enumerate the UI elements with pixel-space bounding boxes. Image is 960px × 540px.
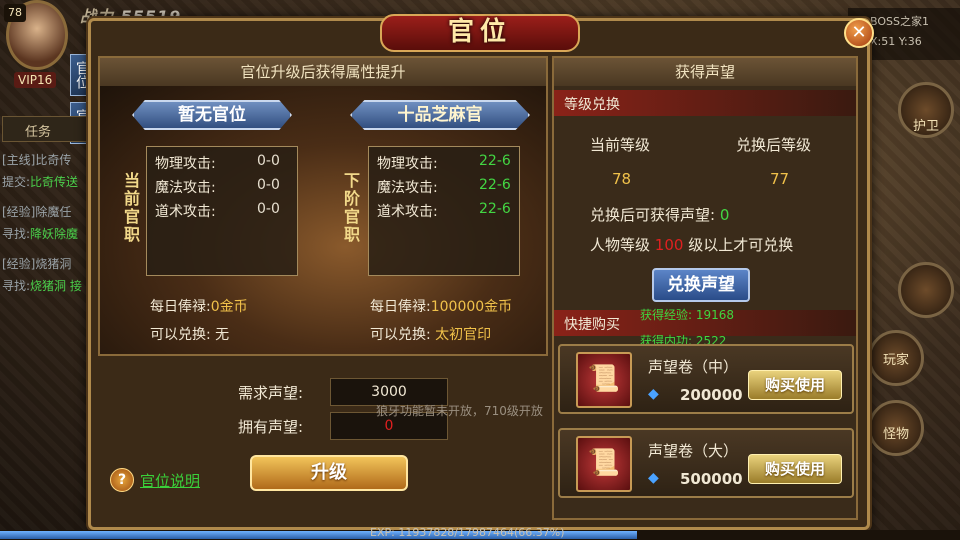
diamond-icon: ◆ (648, 470, 659, 486)
guard-button[interactable]: 护卫 (898, 82, 954, 138)
close-icon: ✕ (851, 22, 867, 43)
scroll-icon: 📜 (576, 352, 632, 408)
task-line[interactable]: [经验]烧猪洞 (2, 256, 96, 272)
scroll-icon: 📜 (576, 436, 632, 492)
gain-reputation: 兑换后可获得声望: 0 (590, 206, 730, 224)
stat-row: 道术攻击: 0-0 (155, 201, 280, 220)
task-line[interactable]: 寻找:烧猪洞 接 (2, 278, 96, 294)
system-notice: 狼牙功能暂未开放，710级开放 (376, 404, 543, 418)
exp-text: EXP: 11937828/17987464(66.37%) (370, 526, 565, 539)
reputation-banner: 获得声望 (554, 58, 856, 86)
current-stats-box: 物理攻击: 0-0 魔法攻击: 0-0 道术攻击: 0-0 (146, 146, 298, 276)
close-button[interactable]: ✕ (844, 18, 874, 48)
help-icon[interactable]: ? (110, 468, 134, 492)
rank-section-banner: 官位升级后获得属性提升 (100, 58, 546, 86)
stat-row: 道术攻击: 22-6 (377, 201, 511, 220)
monster-label: 怪物 (882, 427, 909, 442)
buy-use-button[interactable]: 购买使用 (748, 370, 842, 400)
boss-map-name: BOSS之家1 (870, 15, 929, 28)
current-rank-plate: 暂无官位 (132, 100, 292, 130)
next-exchange: 可以兑换: 太初官印 (370, 327, 492, 343)
after-level-value: 77 (770, 170, 790, 188)
item-name: 声望卷（中） (648, 358, 739, 376)
task-line[interactable]: [经验]除魔任 (2, 204, 96, 220)
item-price: 500000 (680, 470, 743, 488)
coordinates: X:51 Y:36 (870, 35, 922, 48)
floating-exp-gain: 获得经验: 19168 (640, 308, 735, 322)
upgrade-button[interactable]: 升级 (250, 455, 408, 491)
next-rank-label: 下阶官职 (341, 172, 360, 244)
exchange-reputation-button[interactable]: 兑换声望 (652, 268, 750, 302)
next-stats-box: 物理攻击: 22-6 魔法攻击: 22-6 道术攻击: 22-6 (368, 146, 520, 276)
next-rank-plate: 十品芝麻官 (350, 100, 530, 130)
level-exchange-bar: 等级兑换 (554, 90, 856, 116)
level-requirement: 人物等级 100 级以上才可兑换 (590, 236, 794, 254)
player-label: 玩家 (882, 353, 909, 368)
current-exchange: 可以兑换: 无 (150, 327, 230, 343)
after-level-label: 兑换后等级 (736, 136, 812, 154)
player-button[interactable]: 玩家 (868, 330, 924, 386)
current-rank-label: 当前官职 (121, 172, 140, 244)
skill-button[interactable] (898, 262, 954, 318)
guard-label: 护卫 (912, 119, 939, 134)
rank-help-link[interactable]: 官位说明 (140, 470, 200, 491)
monster-button[interactable]: 怪物 (868, 400, 924, 456)
stat-row: 魔法攻击: 22-6 (377, 177, 511, 196)
required-reputation-label: 需求声望: (238, 384, 304, 402)
current-level-value: 78 (612, 170, 632, 188)
current-level-label: 当前等级 (590, 136, 651, 154)
vip-badge[interactable]: VIP16 (14, 72, 57, 88)
item-name: 声望卷（大） (648, 442, 739, 460)
owned-reputation-label: 拥有声望: (238, 418, 304, 436)
stat-row: 魔法攻击: 0-0 (155, 177, 280, 196)
player-level: 78 (4, 4, 26, 22)
diamond-icon: ◆ (648, 386, 659, 402)
current-salary: 每日俸禄:0金币 (150, 299, 248, 315)
task-line[interactable]: 提交:比奇传送 (2, 174, 96, 190)
stat-row: 物理攻击: 22-6 (377, 153, 511, 172)
buy-use-button[interactable]: 购买使用 (748, 454, 842, 484)
item-price: 200000 (680, 386, 743, 404)
next-salary: 每日俸禄:100000金币 (370, 299, 513, 315)
panel-title: 官位 (380, 14, 580, 52)
task-line[interactable]: 寻找:降妖除魔 (2, 226, 96, 242)
task-header[interactable]: 任务 (2, 116, 92, 142)
task-line[interactable]: [主线]比奇传 (2, 152, 96, 168)
stat-row: 物理攻击: 0-0 (155, 153, 280, 172)
